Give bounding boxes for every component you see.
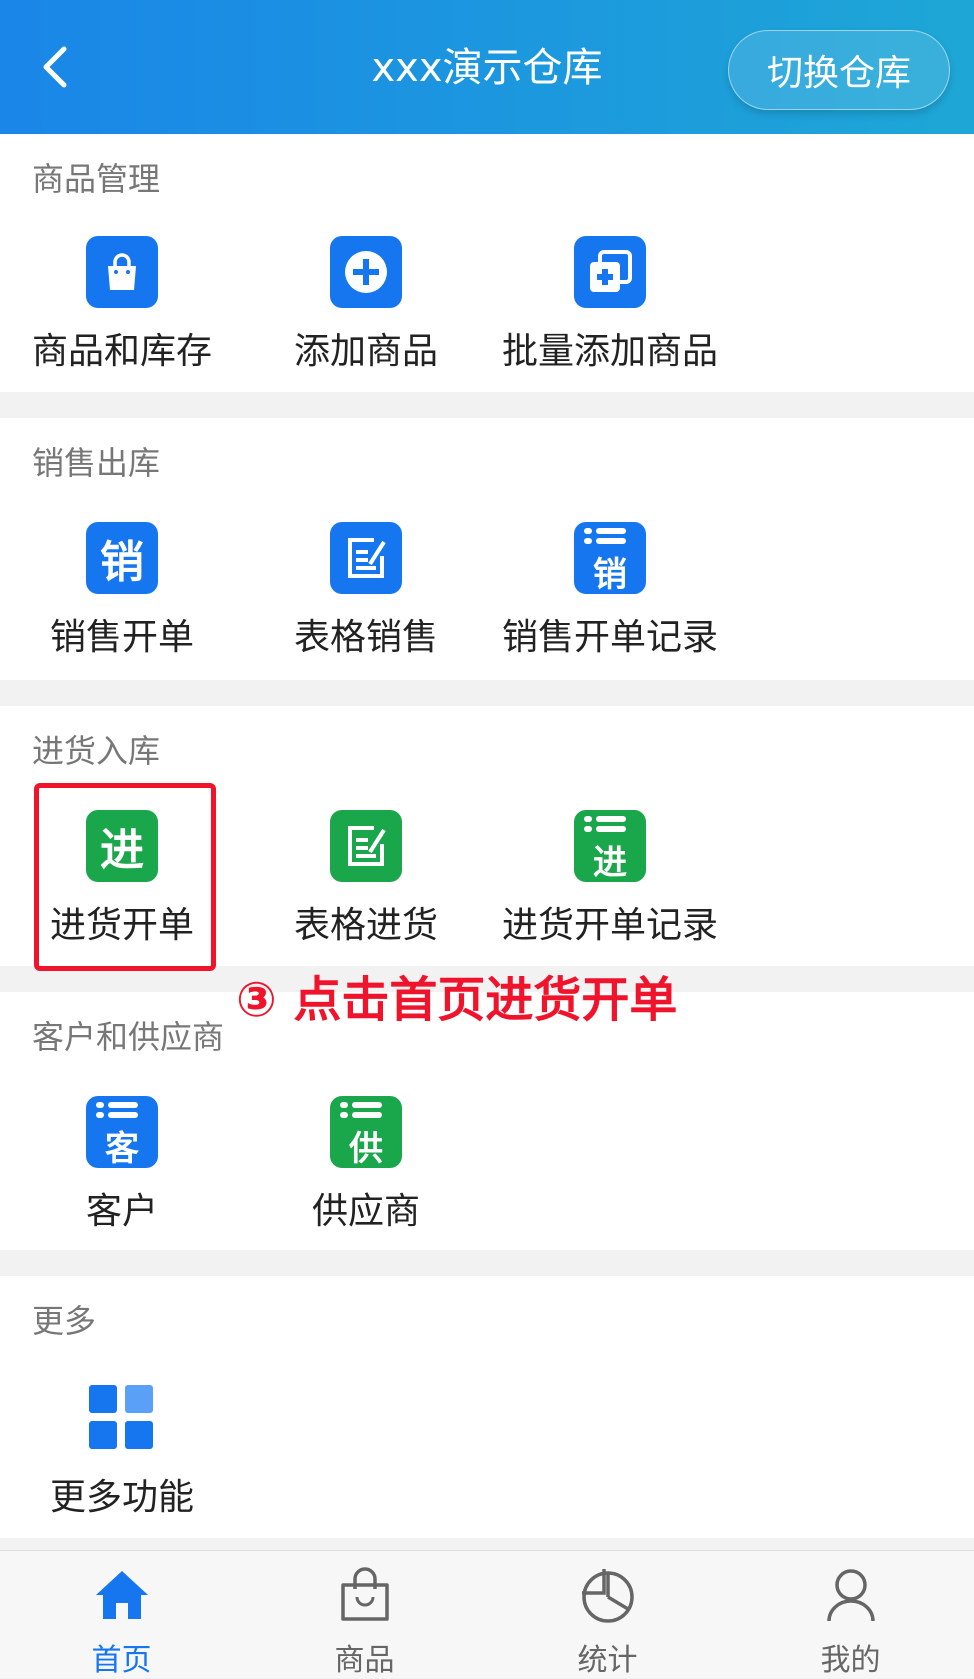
batch-add-goods-button[interactable]: 批量添加商品 [488, 236, 732, 374]
grid-icon [86, 1382, 158, 1454]
section-title: 进货入库 [32, 732, 161, 770]
tab-home[interactable]: 首页 [0, 1551, 243, 1679]
section-sales-outbound: 销售出库 销 销售开单 表格销售 销 销售开单记录 [0, 418, 974, 680]
list-lines [340, 1102, 382, 1118]
item-label: 表格进货 [293, 905, 438, 946]
item-label: 进货开单记录 [501, 905, 718, 946]
home-icon [95, 1571, 148, 1619]
supplier-button[interactable]: 供 供应商 [244, 1096, 488, 1234]
section-title: 商品管理 [32, 160, 161, 198]
tab-statistics[interactable]: 统计 [486, 1551, 729, 1679]
tab-label: 商品 [334, 1643, 395, 1678]
section-title: 客户和供应商 [32, 1018, 225, 1056]
item-label: 客户 [85, 1191, 158, 1232]
table-sale-button[interactable]: 表格销售 [244, 522, 488, 660]
sale-order-button[interactable]: 销 销售开单 [0, 522, 244, 660]
purchase-records-icon: 进 [574, 810, 646, 883]
purchase-records-button[interactable]: 进 进货开单记录 [488, 810, 732, 948]
list-lines [584, 816, 626, 832]
user-icon [826, 1569, 875, 1622]
item-label: 更多功能 [49, 1477, 194, 1518]
icon-glyph: 进 [593, 842, 627, 883]
edit-table-icon [330, 810, 402, 882]
list-lines [96, 1102, 138, 1118]
goods-inventory-button[interactable]: 商品和库存 [0, 236, 244, 374]
supplier-icon: 供 [330, 1096, 402, 1169]
app-header: xxx演示仓库 切换仓库 [0, 0, 974, 134]
tab-mine[interactable]: 我的 [729, 1551, 972, 1679]
item-label: 表格销售 [293, 617, 438, 658]
section-goods-management: 商品管理 商品和库存 添加商品 批量添加商品 [0, 134, 974, 392]
customer-icon: 客 [86, 1096, 158, 1169]
tab-label: 统计 [577, 1643, 638, 1678]
bag-icon [340, 1567, 389, 1621]
plus-circle-icon [330, 236, 402, 308]
sale-records-button[interactable]: 销 销售开单记录 [488, 522, 732, 660]
item-label: 销售开单记录 [501, 617, 718, 658]
batch-add-icon [574, 236, 646, 308]
list-lines [584, 528, 626, 544]
add-goods-button[interactable]: 添加商品 [244, 236, 488, 374]
instruction-annotation: ③ 点击首页进货开单 [236, 972, 678, 1028]
tab-goods[interactable]: 商品 [243, 1551, 486, 1679]
bottom-tab-bar: 首页 商品 统计 我的 [0, 1550, 974, 1678]
icon-glyph: 供 [349, 1128, 383, 1169]
sale-order-icon: 销 [86, 522, 158, 594]
edit-table-icon [330, 522, 402, 594]
section-more: 更多 更多功能 [0, 1276, 974, 1538]
item-label: 商品和库存 [31, 331, 212, 372]
icon-glyph: 销 [593, 554, 627, 595]
section-customers-suppliers: 客户和供应商 客 客户 供 供应商 [0, 992, 974, 1250]
customer-button[interactable]: 客 客户 [0, 1096, 244, 1234]
table-purchase-button[interactable]: 表格进货 [244, 810, 488, 948]
tab-label: 首页 [91, 1643, 152, 1678]
icon-glyph: 客 [105, 1128, 139, 1169]
section-title: 销售出库 [32, 444, 161, 482]
item-label: 供应商 [311, 1191, 420, 1232]
shopping-bag-icon [86, 236, 158, 308]
sale-records-icon: 销 [574, 522, 646, 595]
item-label: 批量添加商品 [501, 331, 718, 372]
more-features-button[interactable]: 更多功能 [0, 1382, 244, 1520]
switch-warehouse-button[interactable]: 切换仓库 [728, 30, 950, 110]
highlight-box [34, 783, 216, 971]
tab-label: 我的 [820, 1643, 881, 1678]
pie-chart-icon [581, 1569, 634, 1623]
icon-glyph: 销 [100, 537, 144, 588]
item-label: 销售开单 [49, 617, 194, 658]
item-label: 添加商品 [293, 331, 438, 372]
section-title: 更多 [32, 1302, 97, 1340]
